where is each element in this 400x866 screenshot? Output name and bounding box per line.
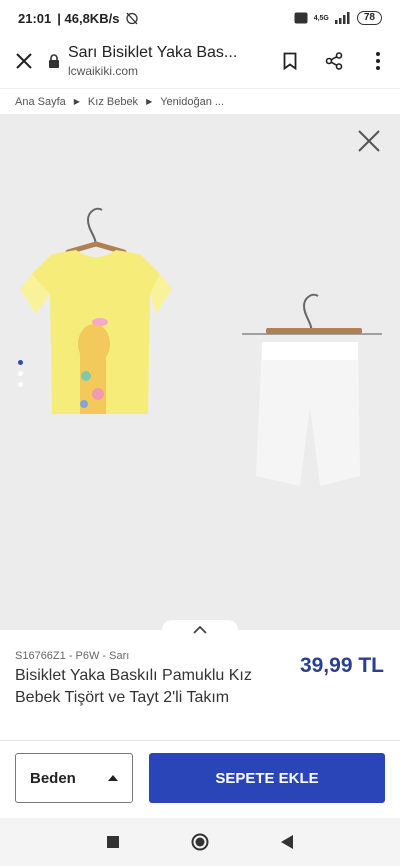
close-tab-button[interactable] (0, 37, 48, 85)
browser-toolbar: Sarı Bisiklet Yaka Bas... lcwaikiki.com (0, 36, 400, 86)
page-domain: lcwaikiki.com (68, 64, 139, 78)
home-button[interactable] (180, 822, 220, 862)
share-icon (325, 52, 343, 70)
purchase-bar: Beden SEPETE EKLE (0, 740, 400, 818)
recents-button[interactable] (93, 822, 133, 862)
product-info: S16766Z1 - P6W - Sarı Bisiklet Yaka Bask… (0, 640, 400, 740)
chevron-right-icon: ▶ (73, 97, 80, 106)
alarm-off-icon (126, 12, 139, 25)
battery-indicator: 78 (356, 11, 382, 25)
network-type: 4,5G (313, 14, 329, 22)
lock-icon (49, 54, 59, 68)
breadcrumb: Ana Sayfa ▶ Kız Bebek ▶ Yenidoğan ... (0, 88, 400, 114)
circle-icon (191, 833, 209, 851)
square-icon (107, 836, 120, 848)
add-to-cart-button[interactable]: SEPETE EKLE (149, 753, 385, 803)
system-navigation-bar (0, 818, 400, 866)
bookmark-button[interactable] (268, 39, 312, 83)
product-image (20, 207, 382, 486)
breadcrumb-item-category[interactable]: Kız Bebek (88, 96, 138, 108)
chevron-right-icon: ▶ (146, 97, 153, 106)
breadcrumb-item-subcategory[interactable]: Yenidoğan ... (160, 96, 224, 108)
gallery-dot[interactable] (18, 382, 23, 387)
back-button[interactable] (267, 822, 307, 862)
size-select-label: Beden (30, 769, 76, 787)
chevron-up-icon (193, 626, 207, 634)
gallery-pagination (18, 360, 23, 387)
more-vertical-icon (376, 52, 380, 70)
clock: 21:01 (18, 10, 52, 26)
product-image-gallery[interactable] (0, 114, 400, 630)
url-bar[interactable]: Sarı Bisiklet Yaka Bas... lcwaikiki.com (48, 44, 268, 78)
share-button[interactable] (312, 39, 356, 83)
network-speed: | 46,8KB/s (57, 10, 120, 26)
gallery-dot[interactable] (18, 371, 23, 376)
expand-details-handle[interactable] (162, 620, 238, 640)
caret-up-icon (108, 775, 118, 781)
close-gallery-icon[interactable] (356, 128, 382, 154)
bookmark-icon (283, 52, 297, 70)
product-name: Bisiklet Yaka Baskılı Pamuklu Kız Bebek … (15, 667, 252, 706)
product-price: 39,99 TL (299, 654, 384, 677)
more-menu-button[interactable] (356, 39, 400, 83)
status-bar: 21:01 | 46,8KB/s 4,5G 78 (0, 0, 400, 36)
page-title: Sarı Bisiklet Yaka Bas... (68, 44, 238, 61)
gallery-dot[interactable] (18, 360, 23, 365)
breadcrumb-item-home[interactable]: Ana Sayfa (15, 96, 66, 108)
size-select[interactable]: Beden (15, 753, 133, 803)
close-icon (16, 53, 32, 69)
signal-icon (334, 12, 350, 24)
back-triangle-icon (280, 835, 293, 849)
volte-icon (294, 12, 308, 24)
